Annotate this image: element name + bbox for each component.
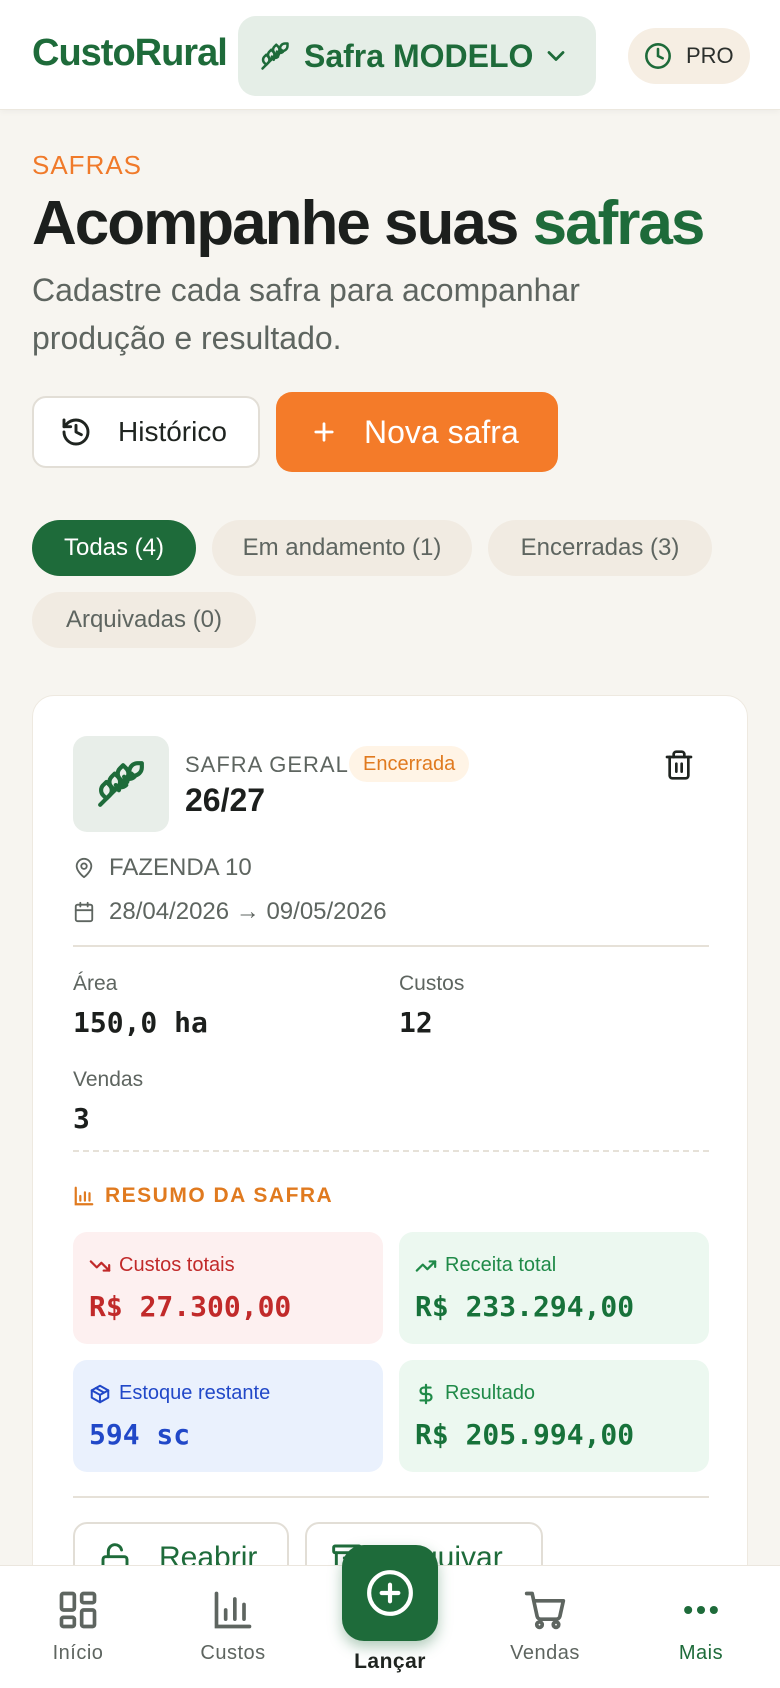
wheat-icon: [261, 42, 289, 70]
nav-costs-label: Custos: [200, 1642, 266, 1664]
area-label: Área: [73, 972, 118, 995]
safra-selector-label: Safra MODELO: [304, 37, 534, 74]
map-pin-icon: [75, 857, 93, 879]
bar-chart-icon: [214, 1591, 252, 1629]
nav-home[interactable]: Início: [18, 1588, 138, 1665]
cart-icon: [524, 1591, 566, 1630]
launch-label: Lançar: [354, 1650, 426, 1673]
trending-up-icon: [415, 1259, 437, 1272]
history-button-label: Histórico: [118, 416, 227, 447]
nav-sales-label: Vendas: [510, 1642, 580, 1664]
crop-avatar: [73, 736, 169, 832]
summary-title: RESUMO DA SAFRA: [73, 1184, 333, 1208]
dollar-icon: [419, 1383, 433, 1404]
total-costs-value: R$ 27.300,00: [89, 1290, 292, 1323]
history-button[interactable]: Histórico: [32, 396, 260, 468]
filter-closed[interactable]: Encerradas (3): [488, 520, 712, 576]
total-costs-label-row: Custos totais: [89, 1254, 235, 1277]
total-costs-label: Custos totais: [119, 1254, 235, 1276]
divider: [73, 1150, 709, 1152]
brand-logo[interactable]: CustoRural: [32, 32, 228, 75]
farm-row: FAZENDA 10: [73, 854, 252, 882]
safra-name: 26/27: [185, 782, 266, 818]
remaining-stock-box: Estoque restante 594 sc: [73, 1360, 383, 1472]
remaining-stock-label-row: Estoque restante: [89, 1382, 270, 1405]
package-icon: [90, 1384, 110, 1403]
result-value: R$ 205.994,00: [415, 1418, 635, 1451]
nav-sales[interactable]: Vendas: [485, 1588, 605, 1665]
page-title: Acompanhe suas safras: [32, 188, 706, 259]
result-label-row: Resultado: [415, 1382, 535, 1405]
farm-name: FAZENDA 10: [109, 854, 252, 881]
nav-costs[interactable]: Custos: [173, 1588, 293, 1665]
divider: [73, 945, 709, 947]
page-title-main: Acompanhe suas: [32, 189, 519, 258]
trash-icon[interactable]: [663, 748, 695, 782]
period-row: 28/04/2026 → 09/05/2026: [73, 898, 387, 926]
wheat-icon: [98, 761, 144, 807]
costs-count-label: Custos: [399, 972, 465, 995]
safra-card[interactable]: SAFRA GERAL Encerrada 26/27 FAZENDA 10 2…: [32, 695, 748, 1688]
plan-badge-label: PRO: [686, 43, 734, 68]
plus-circle-icon: [367, 1570, 413, 1616]
history-icon: [62, 418, 90, 446]
total-revenue-label-row: Receita total: [415, 1254, 556, 1277]
calendar-icon: [74, 901, 94, 923]
filter-all[interactable]: Todas (4): [32, 520, 196, 576]
safra-selector[interactable]: Safra MODELO: [238, 16, 596, 96]
dashboard-icon: [59, 1591, 97, 1629]
clock-icon: [645, 43, 671, 69]
more-horizontal-icon: [684, 1605, 718, 1615]
divider: [73, 1496, 709, 1498]
nav-more[interactable]: Mais: [641, 1588, 761, 1665]
app-header: CustoRural Safra MODELO PRO: [0, 0, 780, 110]
chevron-down-icon: [547, 51, 565, 61]
summary-title-label: RESUMO DA SAFRA: [105, 1184, 334, 1207]
total-costs-box: Custos totais R$ 27.300,00: [73, 1232, 383, 1344]
remaining-stock-value: 594 sc: [89, 1418, 191, 1451]
safra-kind: SAFRA GERAL: [185, 752, 349, 777]
period-text: 28/04/2026 → 09/05/2026: [109, 898, 387, 925]
page-subtitle: Cadastre cada safra para acompanhar prod…: [32, 272, 580, 356]
page-title-accent: safras: [532, 189, 706, 258]
result-box: Resultado R$ 205.994,00: [399, 1360, 709, 1472]
sales-count-value: 3: [73, 1102, 90, 1135]
nav-home-label: Início: [52, 1642, 104, 1664]
filter-in-progress[interactable]: Em andamento (1): [212, 520, 472, 576]
section-eyebrow: SAFRAS: [32, 150, 143, 180]
total-revenue-label: Receita total: [445, 1254, 557, 1276]
new-safra-button-label: Nova safra: [364, 413, 519, 450]
plus-icon: [314, 422, 334, 442]
total-revenue-value: R$ 233.294,00: [415, 1290, 635, 1323]
launch-fab[interactable]: [342, 1545, 438, 1641]
remaining-stock-label: Estoque restante: [119, 1382, 271, 1404]
result-label: Resultado: [445, 1382, 536, 1404]
total-revenue-box: Receita total R$ 233.294,00: [399, 1232, 709, 1344]
plan-badge[interactable]: PRO: [628, 28, 750, 84]
sales-count-label: Vendas: [73, 1068, 144, 1091]
bar-chart-icon: [74, 1186, 94, 1206]
trending-down-icon: [89, 1259, 111, 1272]
new-safra-button[interactable]: Nova safra: [276, 392, 558, 472]
status-badge: Encerrada: [349, 746, 470, 782]
area-value: 150,0 ha: [73, 1006, 208, 1039]
filter-archived[interactable]: Arquivadas (0): [32, 592, 256, 648]
costs-count-value: 12: [399, 1006, 433, 1039]
nav-more-label: Mais: [678, 1642, 724, 1664]
